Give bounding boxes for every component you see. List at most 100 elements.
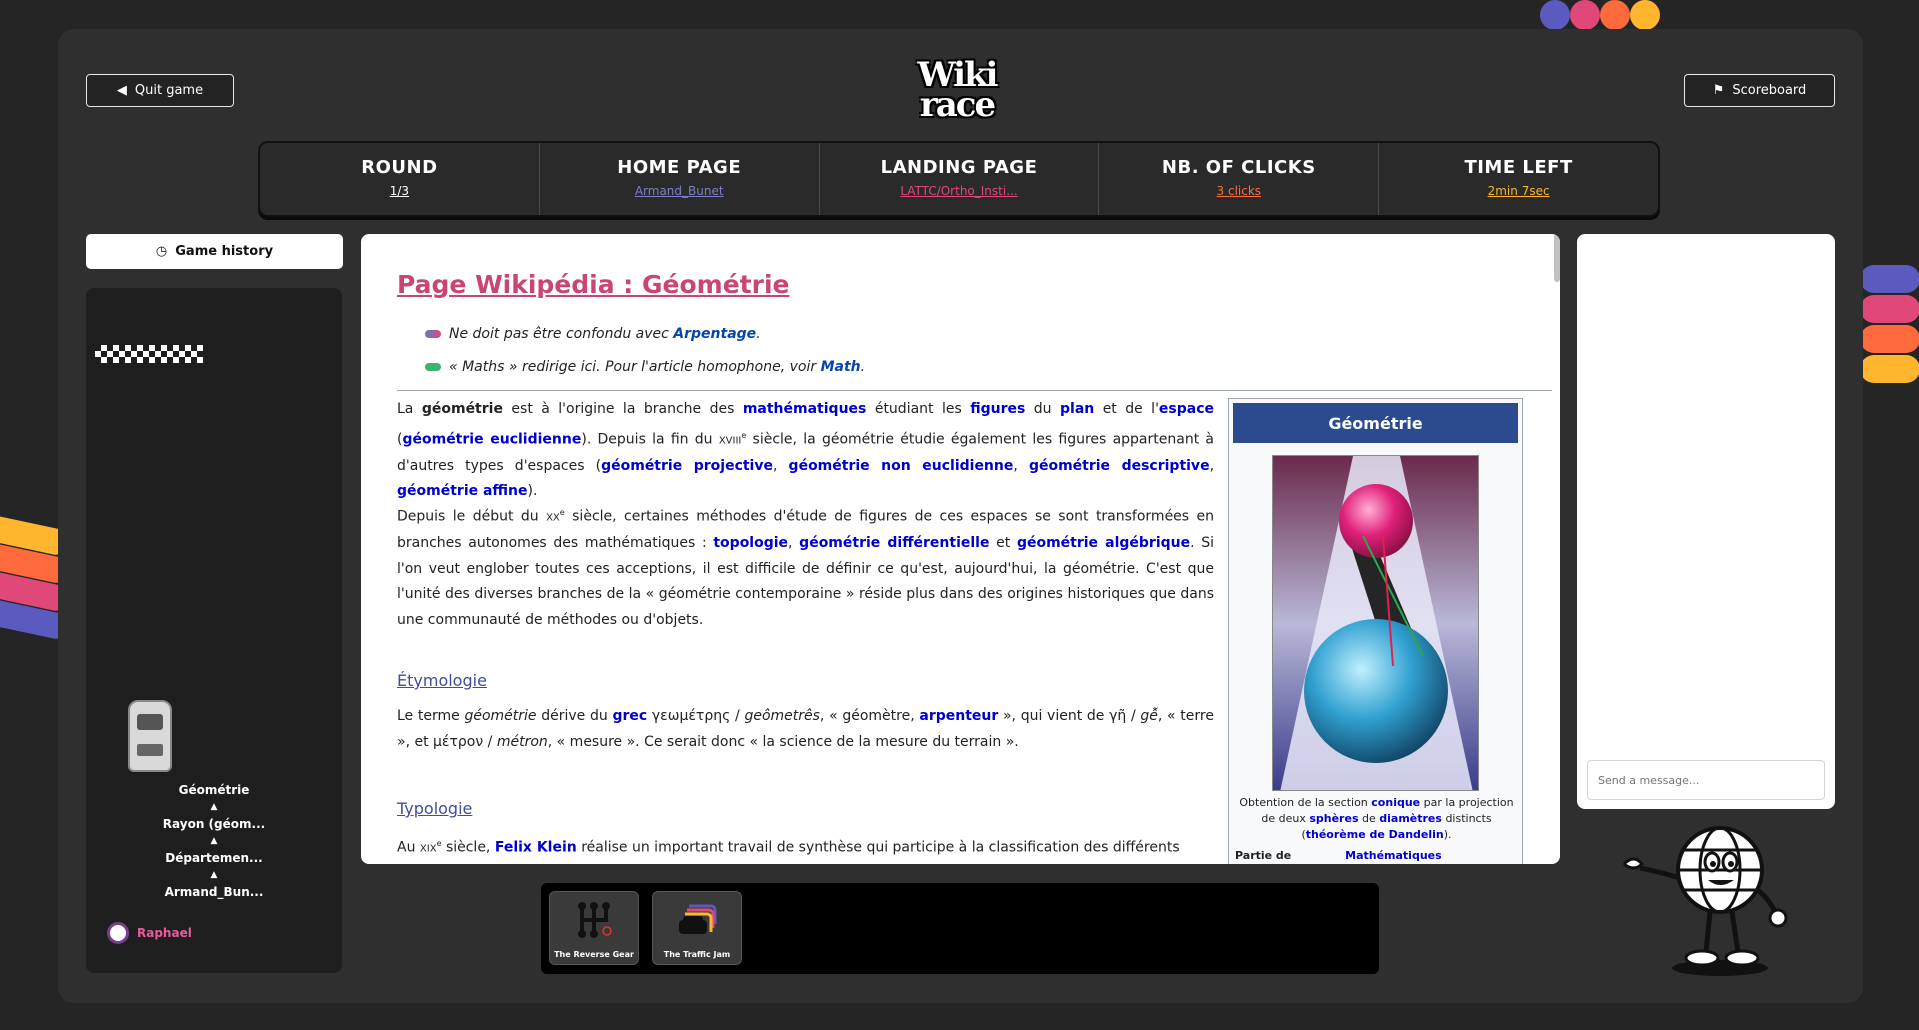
superscript: e (559, 508, 565, 517)
link[interactable]: diamètres (1379, 812, 1442, 825)
logo-bottom: race (919, 85, 996, 125)
link[interactable]: géométrie différentielle (799, 535, 989, 551)
scoreboard-button[interactable]: ⚑ Scoreboard (1684, 74, 1835, 107)
infobox-title: Géométrie (1233, 403, 1518, 443)
hatnote-end: . (756, 326, 761, 342)
text: , (1209, 457, 1215, 474)
text: et (996, 535, 1011, 552)
stat-title: NB. OF CLICKS (1161, 157, 1316, 178)
chat-message-input[interactable] (1587, 760, 1825, 800)
link[interactable]: plan (1060, 401, 1094, 417)
back-arrow-icon: ◀ (116, 83, 127, 98)
link[interactable]: Felix Klein (495, 840, 577, 856)
stat-title: TIME LEFT (1464, 157, 1573, 178)
scrollbar[interactable] (1554, 234, 1560, 282)
up-arrow-icon: ▲ (210, 802, 218, 812)
roman-numeral: XX (546, 512, 560, 524)
hatnote-icon (425, 363, 441, 371)
powerup-label: The Traffic Jam (663, 950, 731, 959)
game-stats-bar: ROUND 1/3 HOME PAGE Armand_Bunet LANDING… (258, 141, 1660, 217)
link[interactable]: grec (612, 708, 647, 724)
link[interactable]: géométrie affine (397, 483, 528, 499)
stat-value[interactable]: LATTC/Ortho_Insti... (820, 184, 1099, 198)
checkered-flag-icon: ⚑ (1712, 83, 1725, 98)
paragraph-typologie: Au XIXe siècle, Felix Klein réalise un i… (397, 831, 1214, 862)
link[interactable]: géométrie euclidienne (402, 431, 581, 447)
link[interactable]: théorème de Dandelin (1306, 828, 1444, 841)
powerup-label: The Reverse Gear (554, 950, 634, 959)
finish-line-icon (95, 345, 203, 363)
superscript: e (436, 839, 442, 848)
text: , (788, 535, 793, 552)
text: », qui vient de γῆ / (1002, 708, 1136, 724)
link[interactable]: figures (970, 401, 1025, 417)
player-entry: Raphael (107, 922, 192, 944)
hatnote-text: « Maths » redirige ici. Pour l'article h… (449, 359, 817, 375)
clock-icon: ◷ (155, 244, 168, 259)
wikipedia-article[interactable]: Page Wikipédia : Géométrie Ne doit pas ê… (361, 234, 1560, 864)
text: ). (1443, 828, 1452, 841)
text: , (772, 457, 778, 474)
link[interactable]: sphères (1309, 812, 1358, 825)
link[interactable]: conique (1371, 796, 1420, 809)
link[interactable]: arpenteur (919, 708, 998, 724)
hatnote-link[interactable]: Math (821, 359, 861, 375)
superscript: e (741, 430, 747, 440)
text: ). (527, 483, 538, 500)
powerup-reverse-gear[interactable]: The Reverse Gear (549, 891, 639, 965)
link[interactable]: espace (1159, 401, 1214, 417)
paragraph-etymology: Le terme géométrie dérive du grec γεωμέτ… (397, 704, 1214, 755)
gear-shift-icon (578, 902, 612, 938)
path-history: Géométrie ▲ Rayon (géom... ▲ Départemen.… (86, 780, 342, 902)
link[interactable]: géométrie descriptive (1029, 458, 1210, 474)
text: dérive du (541, 708, 608, 724)
powerup-traffic-jam[interactable]: The Traffic Jam (652, 891, 742, 965)
text: Depuis le début du (397, 508, 539, 525)
text: Obtention de la section (1239, 796, 1368, 809)
quit-game-label: Quit game (134, 83, 204, 98)
page-title: Page Wikipédia : Géométrie (397, 270, 790, 299)
game-history-button[interactable]: ◷ Game history (86, 234, 343, 269)
text: Au (397, 839, 416, 856)
link[interactable]: mathématiques (743, 401, 867, 417)
section-heading-typologie[interactable]: Typologie (397, 799, 472, 818)
italic-term: géométrie (464, 708, 537, 724)
stat-value: 3 clicks (1216, 184, 1262, 198)
paragraph-intro: La géométrie est à l'origine la branche … (397, 397, 1214, 505)
hatnote-link[interactable]: Arpentage (673, 326, 756, 342)
link[interactable]: géométrie non euclidienne (789, 458, 1014, 474)
globe-mascot-icon (1622, 826, 1788, 976)
text: du (1033, 401, 1052, 417)
italic-term: gễ (1140, 708, 1158, 724)
hatnote: Ne doit pas être confondu avec Arpentage… (425, 326, 761, 342)
text: réalise un important travail de synthèse… (581, 839, 1180, 856)
link[interactable]: Mathématiques (1345, 849, 1442, 862)
text: , « mesure ». Ce serait donc « la scienc… (547, 733, 1019, 750)
stat-clicks: NB. OF CLICKS 3 clicks (1099, 143, 1380, 215)
text: γεωμέτρης / (651, 708, 740, 724)
quit-game-button[interactable]: ◀ Quit game (86, 74, 234, 107)
hatnote-icon (425, 330, 441, 338)
stat-title: LANDING PAGE (880, 157, 1038, 178)
stat-value[interactable]: Armand_Bunet (540, 184, 819, 198)
chat-panel (1577, 234, 1835, 809)
link[interactable]: topologie (713, 535, 788, 551)
scoreboard-label: Scoreboard (1732, 83, 1807, 98)
stat-title: ROUND (361, 157, 438, 178)
infobox-caption: Obtention de la section conique par la p… (1235, 795, 1518, 843)
text: siècle, (445, 839, 491, 856)
link[interactable]: géométrie algébrique (1017, 535, 1190, 551)
avatar (107, 922, 129, 944)
link[interactable]: géométrie projective (601, 458, 773, 474)
infobox: Géométrie Obtention de la section coniqu… (1228, 398, 1523, 864)
text: ). Depuis la fin du (581, 431, 713, 448)
powerups-bar: The Reverse Gear The Traffic Jam (541, 883, 1379, 974)
section-heading-etymology[interactable]: Étymologie (397, 671, 487, 690)
text: est à l'origine la branche des (511, 401, 735, 417)
player-name: Raphael (137, 926, 192, 940)
text: La (397, 401, 414, 417)
roman-numeral: XIX (419, 843, 437, 855)
race-car-icon (128, 700, 172, 772)
dandelin-spheres-image (1272, 455, 1479, 791)
stat-landing-page: LANDING PAGE LATTC/Ortho_Insti... (820, 143, 1100, 215)
